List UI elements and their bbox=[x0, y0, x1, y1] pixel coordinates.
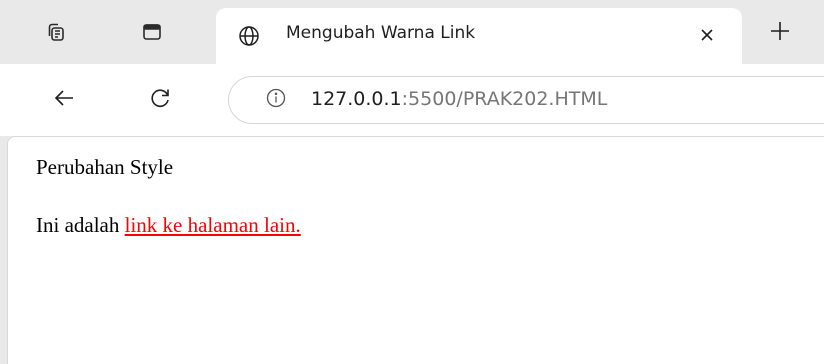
page-viewport: Perubahan Style Ini adalah link ke halam… bbox=[7, 136, 824, 364]
tab-strip: Mengubah Warna Link bbox=[0, 0, 824, 64]
workspaces-button[interactable] bbox=[36, 12, 76, 52]
browser-toolbar: 127.0.0.1:5500/PRAK202.HTML bbox=[0, 64, 824, 136]
url-text[interactable]: 127.0.0.1:5500/PRAK202.HTML bbox=[311, 88, 607, 110]
info-icon bbox=[266, 88, 286, 112]
url-host: 127.0.0.1 bbox=[311, 88, 402, 110]
refresh-button[interactable] bbox=[140, 80, 180, 120]
workspaces-icon bbox=[45, 21, 67, 43]
page-link[interactable]: link ke halaman lain. bbox=[125, 213, 301, 237]
back-button[interactable] bbox=[44, 80, 84, 120]
arrow-left-icon bbox=[52, 86, 76, 114]
new-tab-button[interactable] bbox=[764, 17, 796, 49]
tab-close-button[interactable] bbox=[696, 25, 718, 47]
tab-actions-button[interactable] bbox=[132, 12, 172, 52]
url-path: :5500/PRAK202.HTML bbox=[401, 88, 608, 110]
site-info-button[interactable] bbox=[265, 88, 287, 112]
refresh-icon bbox=[148, 86, 172, 114]
tab-title: Mengubah Warna Link bbox=[286, 23, 476, 43]
close-icon bbox=[700, 27, 714, 46]
plus-icon bbox=[769, 20, 791, 46]
active-tab[interactable]: Mengubah Warna Link bbox=[216, 8, 742, 64]
browser-window: Mengubah Warna Link 127.0.0.1:5500/PRAK2… bbox=[0, 0, 824, 364]
paragraph-text: Ini adalah bbox=[36, 213, 125, 237]
tab-actions-icon bbox=[141, 21, 163, 43]
address-bar[interactable]: 127.0.0.1:5500/PRAK202.HTML bbox=[228, 76, 824, 124]
page-heading: Perubahan Style bbox=[36, 155, 174, 179]
page-paragraph: Ini adalah link ke halaman lain. bbox=[36, 213, 301, 238]
globe-icon bbox=[238, 25, 260, 47]
